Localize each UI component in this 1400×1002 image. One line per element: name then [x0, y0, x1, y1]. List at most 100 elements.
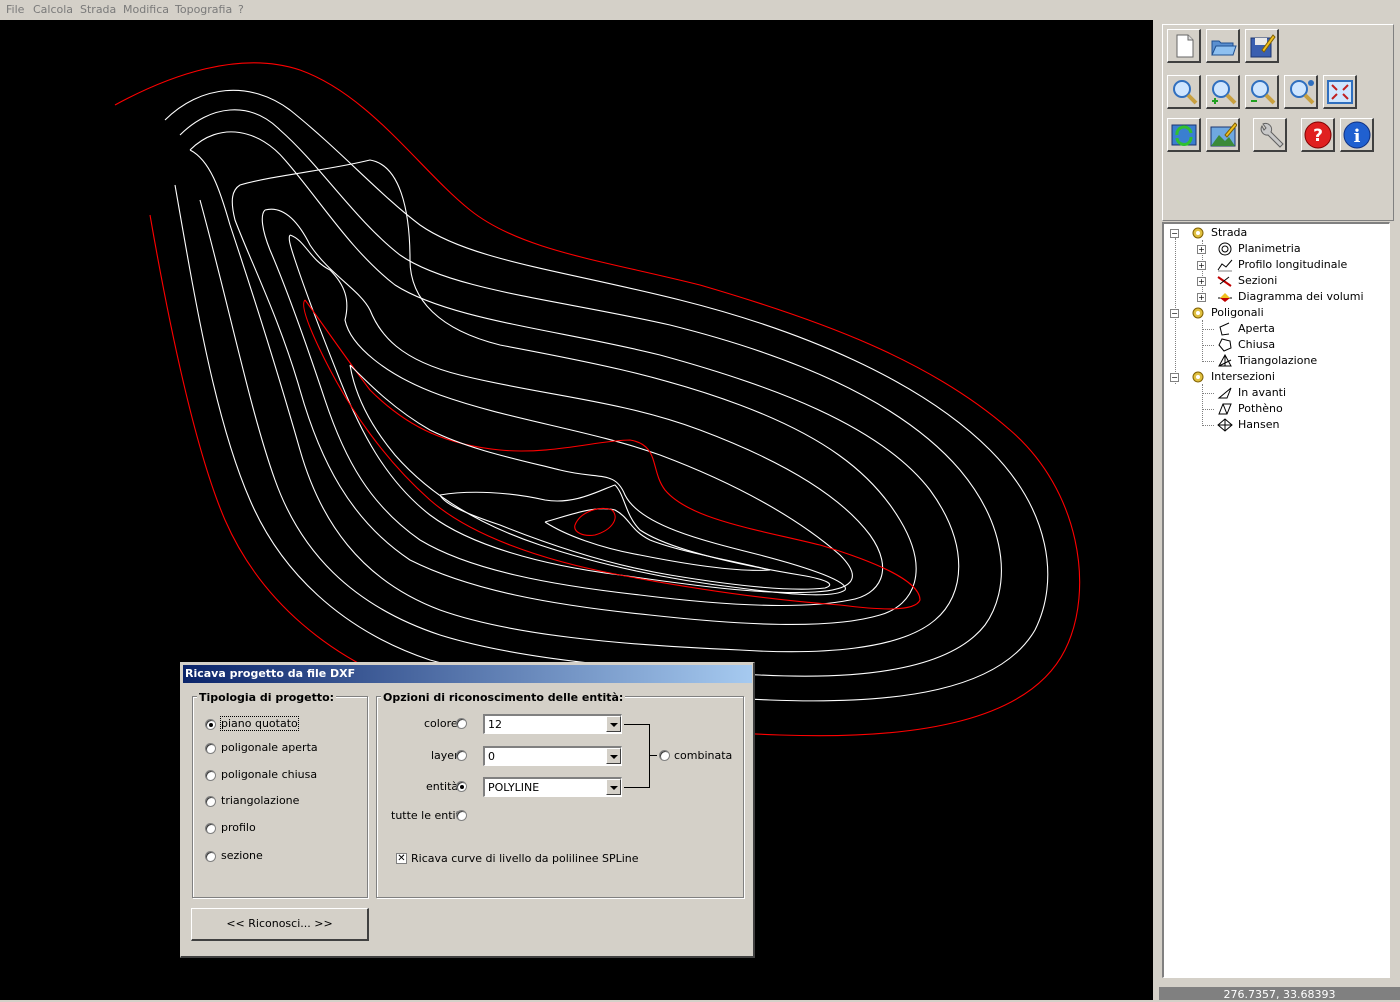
- refresh-icon: [1171, 124, 1197, 146]
- closed-polygon-icon: [1218, 338, 1232, 352]
- radio-label: piano quotato: [220, 716, 299, 731]
- expand-toggle[interactable]: +: [1197, 277, 1206, 286]
- riconosci-button[interactable]: << Riconosci... >>: [191, 908, 369, 941]
- radio-tutte-entita[interactable]: [456, 810, 467, 821]
- tree-node-strada[interactable]: − Strada: [1170, 226, 1380, 240]
- entita-combo[interactable]: POLYLINE: [483, 777, 622, 797]
- contour-6: [288, 234, 853, 594]
- settings-button[interactable]: [1253, 118, 1287, 152]
- expand-toggle[interactable]: +: [1197, 245, 1206, 254]
- menu-calcola[interactable]: Calcola: [33, 3, 73, 16]
- zoom-realtime-icon: [1290, 80, 1315, 105]
- open-polyline-icon: [1219, 322, 1230, 336]
- radio-triangolazione[interactable]: [205, 796, 216, 807]
- menu-file[interactable]: File: [6, 3, 24, 16]
- zoom-in-icon: [1212, 80, 1237, 105]
- tree-line: [1202, 425, 1214, 426]
- radio-label: poligonale chiusa: [221, 768, 318, 781]
- collapse-toggle[interactable]: −: [1170, 309, 1179, 318]
- forward-intersection-icon: [1217, 387, 1232, 399]
- tree-line: [1202, 361, 1214, 362]
- zoom-out-button[interactable]: [1245, 75, 1279, 109]
- tree-node-aperta[interactable]: Aperta: [1197, 322, 1387, 336]
- radio-poligonale-aperta[interactable]: [205, 743, 216, 754]
- menu-strada[interactable]: Strada: [80, 3, 116, 16]
- radio-colore[interactable]: [456, 718, 467, 729]
- project-tree[interactable]: − Strada + Planimetria + Profilo longitu…: [1162, 222, 1390, 978]
- contour-8: [349, 364, 846, 596]
- spline-checkbox[interactable]: ✕: [396, 853, 407, 864]
- expand-toggle[interactable]: +: [1197, 293, 1206, 302]
- contour-9: [439, 484, 831, 590]
- zoom-window-icon: [1173, 80, 1198, 105]
- tree-label: Strada: [1211, 226, 1248, 239]
- volume-diagram-icon: [1218, 293, 1232, 302]
- menu-modifica[interactable]: Modifica: [123, 3, 169, 16]
- zoom-extents-button[interactable]: [1323, 75, 1357, 109]
- radio-profilo[interactable]: [205, 823, 216, 834]
- dropdown-arrow-icon[interactable]: [606, 779, 621, 795]
- open-folder-icon: [1211, 40, 1237, 56]
- tree-node-sezioni[interactable]: + Sezioni: [1197, 274, 1387, 288]
- tree-node-planimetria[interactable]: + Planimetria: [1197, 242, 1387, 256]
- collapse-toggle[interactable]: −: [1170, 373, 1179, 382]
- dropdown-arrow-icon[interactable]: [606, 716, 621, 732]
- radio-sezione[interactable]: [205, 851, 216, 862]
- colore-combo[interactable]: 12: [483, 714, 622, 734]
- open-button[interactable]: [1206, 29, 1240, 63]
- tree-node-hansen[interactable]: Hansen: [1197, 418, 1387, 432]
- collapse-toggle[interactable]: −: [1170, 229, 1179, 238]
- tree-node-poligonali[interactable]: − Poligonali: [1170, 306, 1380, 320]
- radio-entita[interactable]: [456, 781, 467, 792]
- save-icon: [1250, 34, 1276, 58]
- colore-label: colore: [424, 717, 458, 730]
- menu-topografia[interactable]: Topografia: [175, 3, 232, 16]
- tree-node-diagramma[interactable]: + Diagramma dei volumi: [1197, 290, 1387, 304]
- zoom-realtime-button[interactable]: [1284, 75, 1318, 109]
- tree-node-chiusa[interactable]: Chiusa: [1197, 338, 1387, 352]
- hansen-icon: [1217, 418, 1233, 432]
- section-icon: [1217, 276, 1232, 287]
- coordinates-status: 276.7357, 33.68393: [1159, 987, 1400, 1001]
- entita-value: POLYLINE: [488, 781, 540, 794]
- menu-help[interactable]: ?: [238, 3, 244, 16]
- tree-line: [1202, 393, 1214, 394]
- new-file-button[interactable]: [1167, 29, 1201, 63]
- dialog-title: Ricava progetto da file DXF: [183, 665, 752, 683]
- tree-node-pothenot[interactable]: Pothèno: [1197, 402, 1387, 416]
- save-button[interactable]: [1245, 29, 1279, 63]
- edit-image-icon: [1210, 122, 1237, 147]
- radio-layer[interactable]: [456, 750, 467, 761]
- tree-label: Diagramma dei volumi: [1238, 290, 1364, 303]
- tree-node-triangolazione[interactable]: Triangolazione: [1197, 354, 1387, 368]
- radio-piano-quotato[interactable]: [205, 719, 216, 730]
- combinata-label: combinata: [674, 749, 733, 762]
- tree-label: Sezioni: [1238, 274, 1278, 287]
- tree-node-profilo[interactable]: + Profilo longitudinale: [1197, 258, 1387, 272]
- radio-poligonale-chiusa[interactable]: [205, 770, 216, 781]
- contour-3: [189, 131, 960, 653]
- tree-label: Poligonali: [1211, 306, 1264, 319]
- layer-combo[interactable]: 0: [483, 746, 622, 766]
- svg-text:?: ?: [1313, 126, 1323, 146]
- radio-combinata[interactable]: [659, 750, 670, 761]
- info-button[interactable]: i: [1340, 118, 1374, 152]
- zoom-extents-icon: [1327, 80, 1353, 104]
- tree-node-intersezioni[interactable]: − Intersezioni: [1170, 370, 1380, 384]
- zoom-window-button[interactable]: [1167, 75, 1201, 109]
- spline-checkbox-label: Ricava curve di livello da polilinee SPL…: [411, 852, 639, 865]
- contour-2: [179, 109, 1002, 677]
- gear-folder-icon: [1192, 307, 1204, 319]
- radio-label: profilo: [221, 821, 256, 834]
- refresh-button[interactable]: [1167, 118, 1201, 152]
- tree-label: In avanti: [1238, 386, 1287, 399]
- dropdown-arrow-icon[interactable]: [606, 748, 621, 764]
- tree-label: Planimetria: [1238, 242, 1301, 255]
- tree-label: Profilo longitudinale: [1238, 258, 1348, 271]
- zoom-in-button[interactable]: [1206, 75, 1240, 109]
- tree-node-in-avanti[interactable]: In avanti: [1197, 386, 1387, 400]
- expand-toggle[interactable]: +: [1197, 261, 1206, 270]
- help-button[interactable]: ?: [1301, 118, 1335, 152]
- edit-image-button[interactable]: [1206, 118, 1240, 152]
- contour-4: [231, 159, 917, 626]
